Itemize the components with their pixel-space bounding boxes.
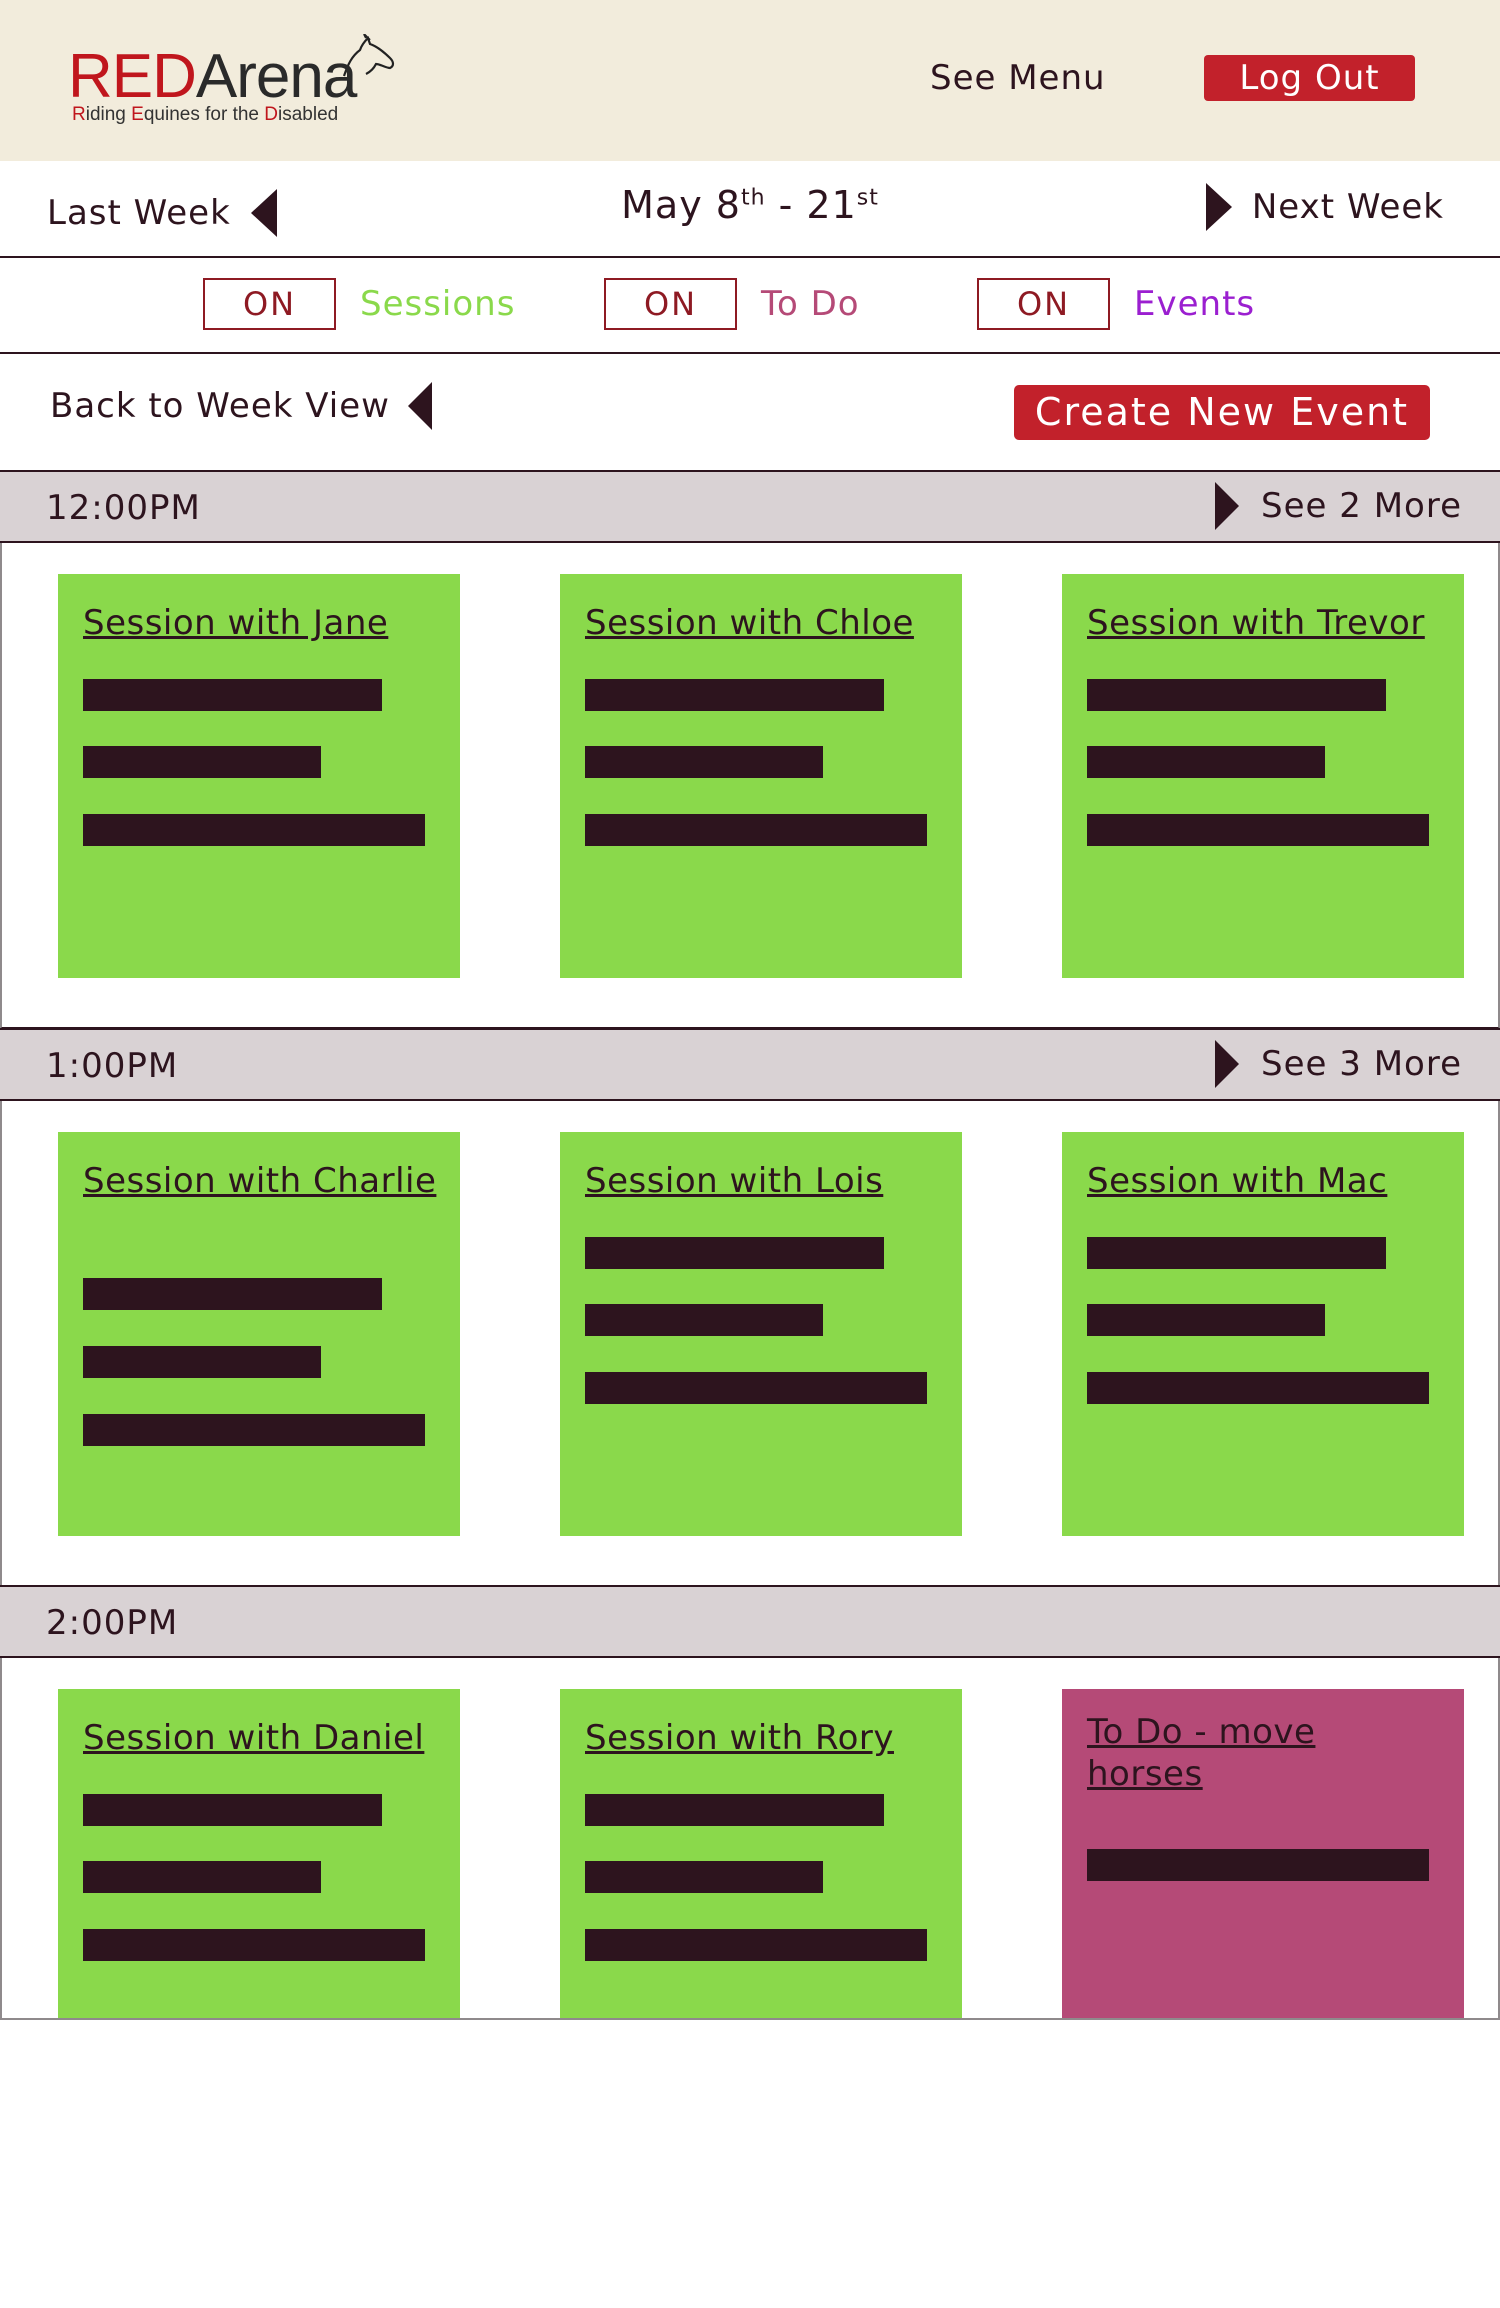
time-slot-body: Session with Daniel Session with Rory To… xyxy=(0,1658,1500,2020)
slot-time-label: 1:00PM xyxy=(46,1046,179,1086)
placeholder-bar xyxy=(1087,1372,1429,1404)
placeholder-bar xyxy=(1087,1237,1386,1269)
slot-time-label: 12:00PM xyxy=(46,488,201,528)
placeholder-bar xyxy=(83,1278,382,1310)
placeholder-bar xyxy=(585,679,884,711)
slot-time-label: 2:00PM xyxy=(46,1603,179,1643)
see-more-label: See 3 More xyxy=(1261,1044,1462,1084)
logo-tagline: Riding Equines for the Disabled xyxy=(72,104,339,125)
placeholder-bar xyxy=(83,1929,425,1961)
filter-events: ON Events xyxy=(977,278,1255,330)
card-title-link[interactable]: Session with Daniel xyxy=(83,1717,443,1759)
card-title-link[interactable]: Session with Chloe xyxy=(585,602,945,644)
placeholder-bar xyxy=(1087,746,1325,778)
events-filter-label: Events xyxy=(1134,284,1256,324)
todo-filter-label: To Do xyxy=(761,284,860,324)
placeholder-bar xyxy=(83,814,425,846)
placeholder-bar xyxy=(1087,814,1429,846)
todo-card[interactable]: To Do - move horses xyxy=(1062,1689,1464,2018)
placeholder-bar xyxy=(585,814,927,846)
next-week-button[interactable]: Next Week xyxy=(1205,183,1444,231)
see-more-label: See 2 More xyxy=(1261,486,1462,526)
placeholder-bar xyxy=(585,1237,884,1269)
placeholder-bar xyxy=(83,1861,321,1893)
placeholder-bar xyxy=(585,1861,823,1893)
back-to-week-view-label: Back to Week View xyxy=(50,386,390,426)
filter-sessions: ON Sessions xyxy=(203,278,515,330)
session-card[interactable]: Session with Charlie xyxy=(58,1132,460,1536)
card-title-link[interactable]: Session with Lois xyxy=(585,1160,945,1202)
next-week-label: Next Week xyxy=(1251,187,1444,227)
placeholder-bar xyxy=(83,679,382,711)
placeholder-bar xyxy=(585,1372,927,1404)
triangle-right-icon xyxy=(1205,183,1232,231)
sessions-toggle[interactable]: ON xyxy=(203,278,336,330)
filter-bar: ON Sessions ON To Do ON Events xyxy=(0,258,1500,354)
see-more-button[interactable]: See 2 More xyxy=(1215,482,1462,530)
placeholder-bar xyxy=(585,1929,927,1961)
placeholder-bar xyxy=(83,1414,425,1446)
logo-wordmark: REDArena xyxy=(68,42,357,111)
back-to-week-view-button[interactable]: Back to Week View xyxy=(50,382,432,430)
week-navigation: Last Week May 8th - 21st Next Week xyxy=(0,161,1500,258)
action-row: Back to Week View Create New Event xyxy=(0,354,1500,471)
events-toggle[interactable]: ON xyxy=(977,278,1110,330)
placeholder-bar xyxy=(83,746,321,778)
time-slot-body: Session with Jane Session with Chloe Ses… xyxy=(0,543,1500,1029)
card-title-link[interactable]: Session with Rory xyxy=(585,1717,945,1759)
triangle-right-icon xyxy=(1215,1040,1240,1088)
session-card[interactable]: Session with Daniel xyxy=(58,1689,460,2018)
placeholder-bar xyxy=(1087,1304,1325,1336)
session-card[interactable]: Session with Chloe xyxy=(560,574,962,978)
see-menu-link[interactable]: See Menu xyxy=(930,58,1106,98)
card-title-link[interactable]: Session with Trevor xyxy=(1087,602,1447,644)
time-slot-body: Session with Charlie Session with Lois S… xyxy=(0,1101,1500,1587)
time-slot-header: 12:00PM See 2 More xyxy=(0,470,1500,543)
triangle-right-icon xyxy=(1215,482,1240,530)
placeholder-bar xyxy=(1087,1849,1429,1881)
logout-button[interactable]: Log Out xyxy=(1204,55,1415,101)
placeholder-bar xyxy=(83,1794,382,1826)
card-title-link[interactable]: Session with Mac xyxy=(1087,1160,1447,1202)
time-slot-header: 1:00PM See 3 More xyxy=(0,1028,1500,1101)
placeholder-bar xyxy=(585,1304,823,1336)
create-new-event-button[interactable]: Create New Event xyxy=(1014,385,1430,440)
placeholder-bar xyxy=(1087,679,1386,711)
card-title-link[interactable]: To Do - move horses xyxy=(1087,1711,1347,1795)
app-header: REDArena Riding Equines for the Disabled… xyxy=(0,0,1500,161)
see-more-button[interactable]: See 3 More xyxy=(1215,1040,1462,1088)
placeholder-bar xyxy=(585,746,823,778)
session-card[interactable]: Session with Trevor xyxy=(1062,574,1464,978)
card-title-link[interactable]: Session with Jane xyxy=(83,602,443,644)
redarena-logo[interactable]: REDArena Riding Equines for the Disabled xyxy=(68,34,398,130)
sessions-filter-label: Sessions xyxy=(360,284,516,324)
placeholder-bar xyxy=(83,1346,321,1378)
session-card[interactable]: Session with Rory xyxy=(560,1689,962,2018)
session-card[interactable]: Session with Mac xyxy=(1062,1132,1464,1536)
session-card[interactable]: Session with Jane xyxy=(58,574,460,978)
todo-toggle[interactable]: ON xyxy=(604,278,737,330)
session-card[interactable]: Session with Lois xyxy=(560,1132,962,1536)
filter-todo: ON To Do xyxy=(604,278,860,330)
card-title-link[interactable]: Session with Charlie xyxy=(83,1160,443,1202)
triangle-left-icon xyxy=(407,382,432,430)
time-slot-header: 2:00PM xyxy=(0,1585,1500,1658)
placeholder-bar xyxy=(585,1794,884,1826)
